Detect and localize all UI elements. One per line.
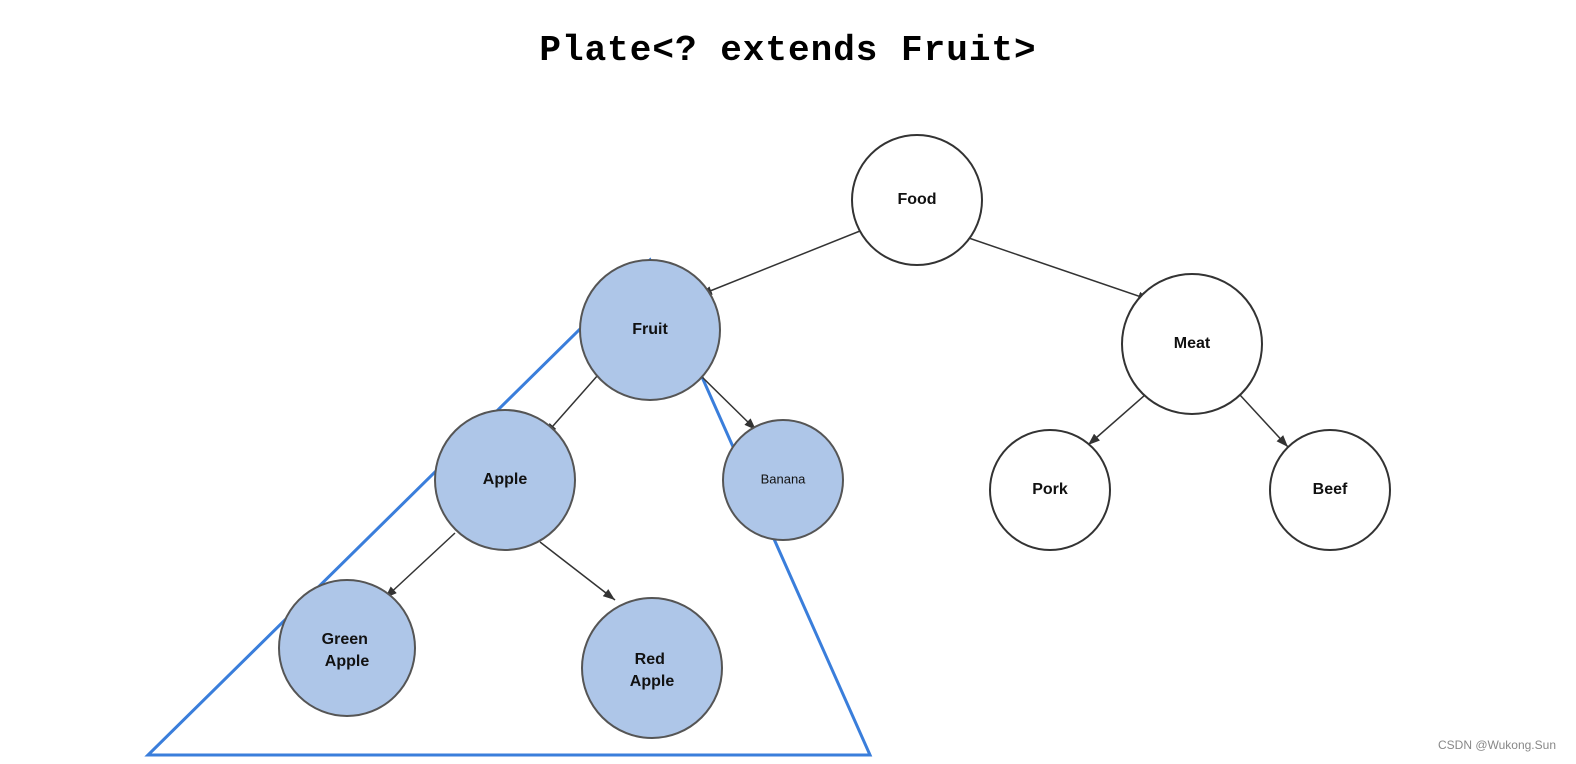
edge-apple-greenapple [385, 533, 455, 598]
edge-apple-redapple [540, 542, 615, 600]
node-fruit-label: Fruit [632, 321, 668, 338]
edge-meat-pork [1088, 395, 1145, 445]
node-food-label: Food [897, 191, 936, 208]
edge-fruit-apple [545, 375, 598, 435]
watermark: CSDN @Wukong.Sun [1438, 738, 1556, 752]
node-beef-label: Beef [1313, 481, 1348, 498]
node-apple-label: Apple [483, 471, 528, 488]
edge-food-meat [960, 235, 1150, 300]
edge-meat-beef [1240, 395, 1288, 447]
node-pork-label: Pork [1032, 481, 1068, 498]
node-meat-label: Meat [1174, 335, 1211, 352]
edge-food-fruit [700, 225, 875, 295]
edge-fruit-banana [700, 375, 756, 430]
diagram: Food Fruit Meat Apple Banana Pork Beef G… [0, 0, 1576, 764]
node-banana-label: Banana [761, 471, 807, 486]
